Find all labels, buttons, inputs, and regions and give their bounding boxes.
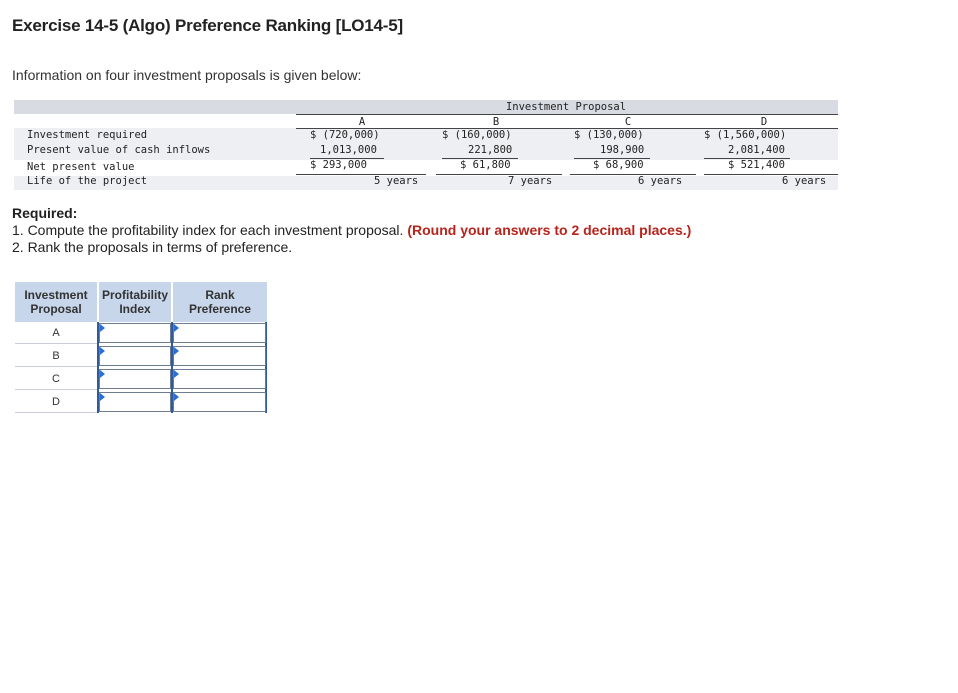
cell-a-life: 5 years: [374, 175, 419, 187]
proposal-label-d: D: [15, 391, 97, 413]
cell-c-pv: 198,900: [600, 144, 645, 156]
rank-input-c[interactable]: [173, 369, 266, 389]
rounding-note: (Round your answers to 2 decimal places.…: [407, 222, 692, 238]
proposal-label-a: A: [15, 322, 97, 344]
cell-b-investment: $ (160,000): [442, 129, 512, 141]
investment-data-table: Investment Proposal A B C D Investment r…: [14, 100, 838, 192]
input-flag-icon: [174, 370, 179, 378]
proposal-label-c: C: [15, 368, 97, 390]
input-flag-icon: [100, 393, 105, 401]
input-flag-icon: [100, 347, 105, 355]
cell-c-life: 6 years: [638, 175, 683, 187]
input-flag-icon: [100, 370, 105, 378]
proposal-label-b: B: [15, 345, 97, 367]
profitability-index-input-c[interactable]: [99, 369, 171, 389]
cell-c-npv: $ 68,900: [593, 159, 644, 171]
rank-input-a[interactable]: [173, 323, 266, 343]
input-flag-icon: [174, 324, 179, 332]
cell-a-investment: $ (720,000): [310, 129, 380, 141]
answer-header-rank-label: Rank Preference: [188, 288, 252, 316]
required-heading: Required:: [12, 205, 78, 221]
answer-header-rank: Rank Preference: [173, 282, 267, 322]
profitability-index-input-b[interactable]: [99, 346, 171, 366]
input-flag-icon: [174, 347, 179, 355]
requirement-1: 1. Compute the profitability index for e…: [12, 222, 691, 238]
profitability-index-input-a[interactable]: [99, 323, 171, 343]
rank-input-d[interactable]: [173, 392, 266, 412]
table-header-band: [14, 100, 838, 114]
header-rule: [296, 114, 838, 115]
row-label-npv: Net present value: [27, 161, 135, 173]
cell-a-pv: 1,013,000: [320, 144, 377, 156]
answer-header-pi: Profitability Index: [99, 282, 171, 322]
row-label-pv-inflows: Present value of cash inflows: [27, 144, 211, 156]
page-title: Exercise 14-5 (Algo) Preference Ranking …: [12, 16, 403, 35]
answer-header-pi-label: Profitability Index: [101, 288, 168, 316]
cell-b-life: 7 years: [508, 175, 553, 187]
cell-b-npv: $ 61,800: [460, 159, 511, 171]
row-label-life: Life of the project: [27, 175, 148, 187]
input-flag-icon: [174, 393, 179, 401]
profitability-index-input-d[interactable]: [99, 392, 171, 412]
cell-d-npv: $ 521,400: [728, 159, 785, 171]
input-flag-icon: [100, 324, 105, 332]
intro-text: Information on four investment proposals…: [12, 67, 362, 83]
cell-b-pv: 221,800: [468, 144, 513, 156]
answer-header-proposal: Investment Proposal: [15, 282, 97, 322]
cell-d-pv: 2,081,400: [728, 144, 785, 156]
group-header: Investment Proposal: [505, 101, 627, 113]
cell-d-life: 6 years: [782, 175, 827, 187]
rank-input-b[interactable]: [173, 346, 266, 366]
answer-header-proposal-label: Investment Proposal: [24, 288, 88, 316]
cell-c-investment: $ (130,000): [574, 129, 644, 141]
requirement-1-text: 1. Compute the profitability index for e…: [12, 222, 408, 238]
cell-d-investment: $ (1,560,000): [704, 129, 787, 141]
cell-a-npv: $ 293,000: [310, 159, 367, 171]
requirement-2: 2. Rank the proposals in terms of prefer…: [12, 239, 293, 255]
row-label-investment: Investment required: [27, 129, 148, 141]
